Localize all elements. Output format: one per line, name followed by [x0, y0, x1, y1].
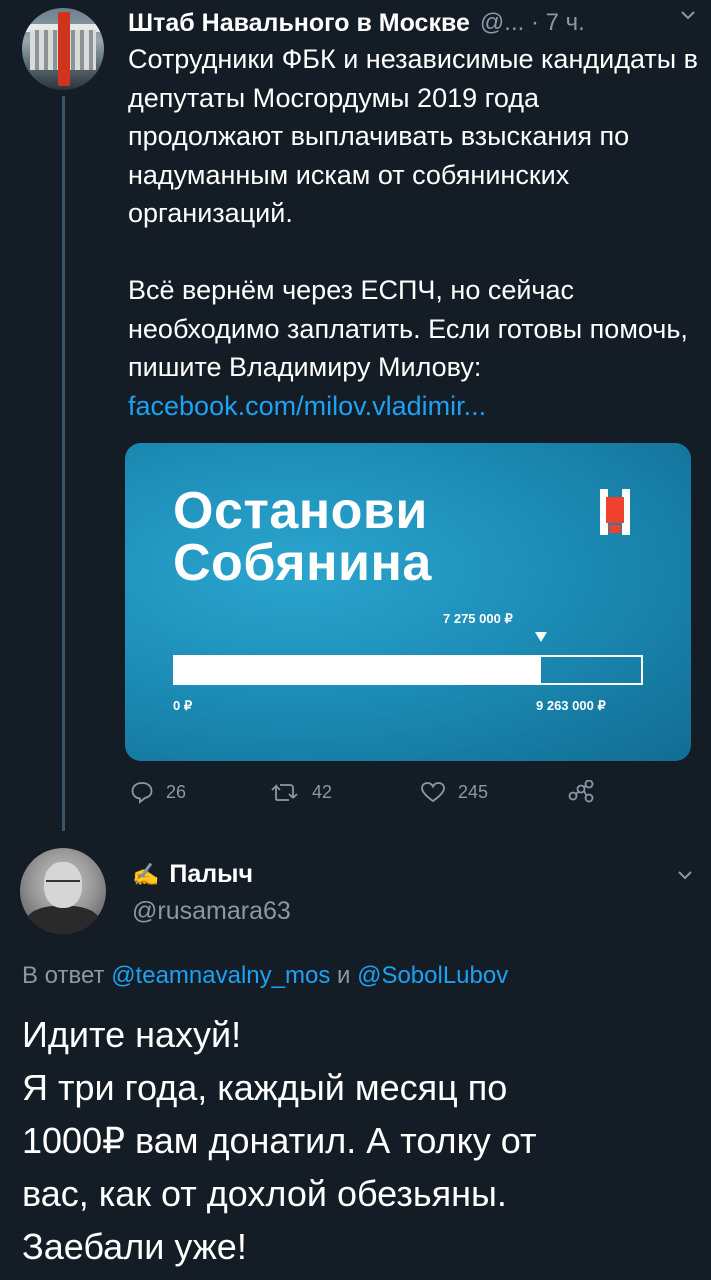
progress-bar-fill: [175, 657, 541, 683]
avatar-navalny-hq[interactable]: [22, 8, 104, 90]
reply-icon: [131, 782, 153, 804]
share-button[interactable]: [568, 780, 606, 804]
start-amount-label: 0 ₽: [173, 698, 193, 713]
card-title: Останови Собянина: [173, 485, 432, 589]
share-icon: [568, 780, 594, 803]
reply-user-link-1[interactable]: @teamnavalny_mos: [111, 962, 330, 989]
like-count: 245: [458, 781, 489, 802]
progress-marker-icon: [535, 632, 547, 642]
retweet-icon: [271, 783, 298, 801]
tweet1-actions: 26 42 245: [128, 780, 688, 812]
reply-and: и: [337, 962, 351, 989]
avatar-palych[interactable]: [20, 848, 106, 934]
tweet2-author-name: Палыч: [169, 860, 254, 888]
tweet2-line: Я три года, каждый месяц по: [22, 1067, 508, 1108]
tweet1-author-name[interactable]: Штаб Навального в Москве: [128, 9, 470, 38]
current-amount-label: 7 275 000 ₽: [443, 611, 513, 626]
retweet-count: 42: [312, 781, 333, 802]
tweet1-link[interactable]: facebook.com/milov.vladimir...: [128, 391, 486, 421]
navalny-logo-icon: [600, 489, 630, 535]
like-icon: [421, 782, 445, 803]
tweet1-body: Сотрудники ФБК и независимые кандидаты в…: [128, 40, 698, 425]
reply-button[interactable]: 26: [130, 780, 186, 804]
avatar-glasses: [46, 880, 80, 888]
avatar-body: [26, 906, 100, 934]
tweet2-line: 1000₽ вам донатил. А толку от: [22, 1120, 537, 1161]
tweet2-body: Идите нахуй! Я три года, каждый месяц по…: [22, 1008, 702, 1273]
chevron-down-icon[interactable]: [679, 6, 697, 29]
like-button[interactable]: 245: [420, 780, 488, 804]
tweet1-paragraph2: Всё вернём через ЕСПЧ, но сейчас необход…: [128, 275, 688, 382]
tweet1-header: Штаб Навального в Москве @... · 7 ч.: [128, 6, 703, 40]
card-title-line1: Останови: [173, 482, 428, 540]
reply-count: 26: [166, 781, 187, 802]
reply-user-link-2[interactable]: @SobolLubov: [357, 962, 508, 989]
goal-amount-label: 9 263 000 ₽: [536, 698, 606, 713]
tweet2-line: Идите нахуй!: [22, 1014, 242, 1055]
tweet2-line: Заебали уже!: [22, 1226, 247, 1267]
tweet2-line: вас, как от дохлой обезьяны.: [22, 1173, 507, 1214]
thread-connector-line: [62, 96, 65, 831]
tweet1-paragraph1: Сотрудники ФБК и независимые кандидаты в…: [128, 44, 698, 228]
card-title-line2: Собянина: [173, 534, 432, 592]
avatar-flag: [58, 12, 70, 86]
tweet2-author-handle[interactable]: @rusamara63: [132, 897, 291, 926]
chevron-down-icon[interactable]: [676, 866, 694, 889]
retweet-button[interactable]: 42: [270, 780, 332, 804]
fundraiser-card[interactable]: Останови Собянина 7 275 000 ₽ 0 ₽ 9 263 …: [125, 443, 691, 761]
tweet2-author[interactable]: ✍ Палыч: [132, 860, 253, 889]
progress-bar: [173, 655, 643, 685]
pen-icon: ✍: [132, 861, 160, 887]
reply-prefix: В ответ: [22, 962, 105, 989]
reply-context: В ответ @teamnavalny_mos и @SobolLubov: [22, 962, 508, 990]
tweet1-author-meta: @... · 7 ч.: [479, 9, 585, 36]
